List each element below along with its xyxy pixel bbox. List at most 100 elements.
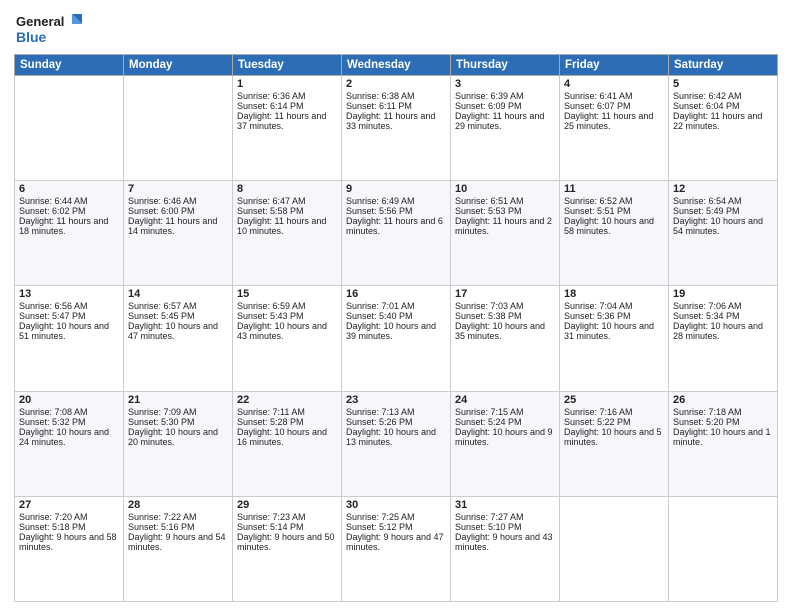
calendar-cell: 19Sunrise: 7:06 AMSunset: 5:34 PMDayligh… <box>669 286 778 391</box>
day-info: Sunrise: 7:15 AM <box>455 407 555 417</box>
day-info: Sunset: 5:24 PM <box>455 417 555 427</box>
day-info: Daylight: 10 hours and 20 minutes. <box>128 427 228 447</box>
day-info: Sunset: 5:36 PM <box>564 311 664 321</box>
day-info: Sunset: 5:30 PM <box>128 417 228 427</box>
day-info: Sunset: 6:04 PM <box>673 101 773 111</box>
day-info: Daylight: 11 hours and 6 minutes. <box>346 216 446 236</box>
calendar-cell <box>669 496 778 601</box>
day-info: Sunrise: 7:22 AM <box>128 512 228 522</box>
day-number: 8 <box>237 183 337 195</box>
day-number: 27 <box>19 499 119 511</box>
day-info: Sunrise: 6:57 AM <box>128 301 228 311</box>
day-number: 2 <box>346 78 446 90</box>
calendar-cell: 10Sunrise: 6:51 AMSunset: 5:53 PMDayligh… <box>451 181 560 286</box>
day-info: Daylight: 10 hours and 1 minute. <box>673 427 773 447</box>
day-info: Daylight: 11 hours and 2 minutes. <box>455 216 555 236</box>
day-info: Sunset: 5:56 PM <box>346 206 446 216</box>
day-info: Sunset: 5:20 PM <box>673 417 773 427</box>
day-info: Daylight: 9 hours and 58 minutes. <box>19 532 119 552</box>
day-info: Daylight: 10 hours and 9 minutes. <box>455 427 555 447</box>
day-info: Sunrise: 6:44 AM <box>19 196 119 206</box>
day-info: Sunrise: 7:23 AM <box>237 512 337 522</box>
calendar-cell: 23Sunrise: 7:13 AMSunset: 5:26 PMDayligh… <box>342 391 451 496</box>
day-info: Sunset: 5:47 PM <box>19 311 119 321</box>
day-info: Daylight: 11 hours and 25 minutes. <box>564 111 664 131</box>
day-number: 10 <box>455 183 555 195</box>
calendar-cell: 16Sunrise: 7:01 AMSunset: 5:40 PMDayligh… <box>342 286 451 391</box>
day-number: 23 <box>346 394 446 406</box>
calendar-cell: 11Sunrise: 6:52 AMSunset: 5:51 PMDayligh… <box>560 181 669 286</box>
day-info: Daylight: 10 hours and 24 minutes. <box>19 427 119 447</box>
calendar-cell: 12Sunrise: 6:54 AMSunset: 5:49 PMDayligh… <box>669 181 778 286</box>
day-number: 29 <box>237 499 337 511</box>
day-info: Sunrise: 7:01 AM <box>346 301 446 311</box>
weekday-header-saturday: Saturday <box>669 55 778 76</box>
day-number: 3 <box>455 78 555 90</box>
day-info: Daylight: 10 hours and 28 minutes. <box>673 321 773 341</box>
day-info: Sunset: 6:02 PM <box>19 206 119 216</box>
day-info: Sunrise: 6:52 AM <box>564 196 664 206</box>
day-number: 22 <box>237 394 337 406</box>
day-info: Sunset: 5:14 PM <box>237 522 337 532</box>
day-info: Sunset: 5:34 PM <box>673 311 773 321</box>
weekday-header-tuesday: Tuesday <box>233 55 342 76</box>
day-info: Sunset: 5:28 PM <box>237 417 337 427</box>
day-number: 14 <box>128 288 228 300</box>
day-info: Daylight: 10 hours and 39 minutes. <box>346 321 446 341</box>
day-info: Sunset: 5:51 PM <box>564 206 664 216</box>
day-info: Sunrise: 6:51 AM <box>455 196 555 206</box>
day-number: 28 <box>128 499 228 511</box>
calendar-cell: 13Sunrise: 6:56 AMSunset: 5:47 PMDayligh… <box>15 286 124 391</box>
calendar-table: SundayMondayTuesdayWednesdayThursdayFrid… <box>14 54 778 602</box>
day-number: 6 <box>19 183 119 195</box>
weekday-header-thursday: Thursday <box>451 55 560 76</box>
calendar-cell: 28Sunrise: 7:22 AMSunset: 5:16 PMDayligh… <box>124 496 233 601</box>
weekday-header-friday: Friday <box>560 55 669 76</box>
day-info: Daylight: 11 hours and 33 minutes. <box>346 111 446 131</box>
header: General Blue <box>14 10 778 48</box>
calendar-cell: 15Sunrise: 6:59 AMSunset: 5:43 PMDayligh… <box>233 286 342 391</box>
svg-text:Blue: Blue <box>16 29 47 45</box>
day-info: Sunset: 6:11 PM <box>346 101 446 111</box>
day-number: 4 <box>564 78 664 90</box>
day-info: Sunset: 5:40 PM <box>346 311 446 321</box>
day-info: Sunset: 6:00 PM <box>128 206 228 216</box>
day-info: Daylight: 11 hours and 14 minutes. <box>128 216 228 236</box>
day-info: Daylight: 10 hours and 35 minutes. <box>455 321 555 341</box>
calendar-cell: 22Sunrise: 7:11 AMSunset: 5:28 PMDayligh… <box>233 391 342 496</box>
day-info: Sunset: 5:49 PM <box>673 206 773 216</box>
day-info: Sunset: 5:32 PM <box>19 417 119 427</box>
day-info: Sunset: 5:26 PM <box>346 417 446 427</box>
weekday-header-monday: Monday <box>124 55 233 76</box>
calendar-cell: 18Sunrise: 7:04 AMSunset: 5:36 PMDayligh… <box>560 286 669 391</box>
day-number: 12 <box>673 183 773 195</box>
day-info: Sunset: 5:16 PM <box>128 522 228 532</box>
day-number: 20 <box>19 394 119 406</box>
day-info: Daylight: 9 hours and 43 minutes. <box>455 532 555 552</box>
calendar-cell: 7Sunrise: 6:46 AMSunset: 6:00 PMDaylight… <box>124 181 233 286</box>
calendar-cell: 30Sunrise: 7:25 AMSunset: 5:12 PMDayligh… <box>342 496 451 601</box>
calendar-cell: 1Sunrise: 6:36 AMSunset: 6:14 PMDaylight… <box>233 76 342 181</box>
day-number: 5 <box>673 78 773 90</box>
day-number: 24 <box>455 394 555 406</box>
day-info: Sunset: 5:12 PM <box>346 522 446 532</box>
day-info: Sunset: 5:53 PM <box>455 206 555 216</box>
day-number: 30 <box>346 499 446 511</box>
week-row-4: 20Sunrise: 7:08 AMSunset: 5:32 PMDayligh… <box>15 391 778 496</box>
calendar-cell: 3Sunrise: 6:39 AMSunset: 6:09 PMDaylight… <box>451 76 560 181</box>
week-row-2: 6Sunrise: 6:44 AMSunset: 6:02 PMDaylight… <box>15 181 778 286</box>
day-info: Sunset: 5:45 PM <box>128 311 228 321</box>
calendar-cell: 27Sunrise: 7:20 AMSunset: 5:18 PMDayligh… <box>15 496 124 601</box>
day-info: Daylight: 11 hours and 18 minutes. <box>19 216 119 236</box>
calendar-cell: 20Sunrise: 7:08 AMSunset: 5:32 PMDayligh… <box>15 391 124 496</box>
day-info: Sunrise: 7:09 AM <box>128 407 228 417</box>
day-info: Daylight: 11 hours and 29 minutes. <box>455 111 555 131</box>
day-info: Sunrise: 7:13 AM <box>346 407 446 417</box>
svg-text:General: General <box>16 14 64 29</box>
calendar-cell: 8Sunrise: 6:47 AMSunset: 5:58 PMDaylight… <box>233 181 342 286</box>
day-number: 1 <box>237 78 337 90</box>
day-info: Daylight: 10 hours and 16 minutes. <box>237 427 337 447</box>
day-number: 25 <box>564 394 664 406</box>
calendar-cell <box>560 496 669 601</box>
day-number: 9 <box>346 183 446 195</box>
